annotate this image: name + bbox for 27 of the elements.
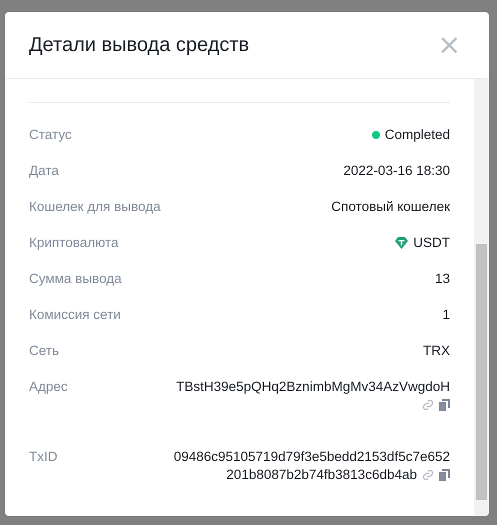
detail-value: 1 <box>442 306 450 324</box>
detail-value: Спотовый кошелек <box>331 198 450 216</box>
link-icon[interactable] <box>422 399 434 412</box>
detail-label: TxID <box>29 448 58 466</box>
status-dot <box>372 131 380 139</box>
detail-label: Сеть <box>29 342 60 360</box>
detail-label: Криптовалюта <box>29 234 119 252</box>
scrollbar[interactable] <box>474 79 489 516</box>
address-value: 09486c95105719d79f3e5bedd2153df5c7e652201b8087b2b74fb3813c6db4ab <box>172 448 450 484</box>
dialog-title: Детали вывода средств <box>29 34 250 56</box>
link-icon[interactable] <box>422 469 434 482</box>
coin-value: USDT <box>413 234 450 252</box>
close-button[interactable]: × <box>438 33 461 57</box>
detail-label: Сумма вывода <box>29 270 122 288</box>
copy-icon[interactable] <box>439 469 450 482</box>
detail-label: Кошелек для вывода <box>29 198 161 216</box>
detail-label: Дата <box>29 162 59 180</box>
copy-icon[interactable] <box>439 399 450 412</box>
detail-label: Комиссия сети <box>29 306 121 324</box>
coin-icon <box>395 237 408 249</box>
address-value: TBstH39e5pQHq2BznimbMgMv34AzVwgdoH <box>170 378 450 414</box>
detail-label: Адрес <box>29 378 68 396</box>
detail-value: TRX <box>423 342 450 360</box>
detail-value: 2022-03-16 18:30 <box>343 162 450 180</box>
detail-label: Статус <box>29 126 72 144</box>
detail-value: 13 <box>434 270 450 288</box>
status-value: Completed <box>384 126 450 144</box>
